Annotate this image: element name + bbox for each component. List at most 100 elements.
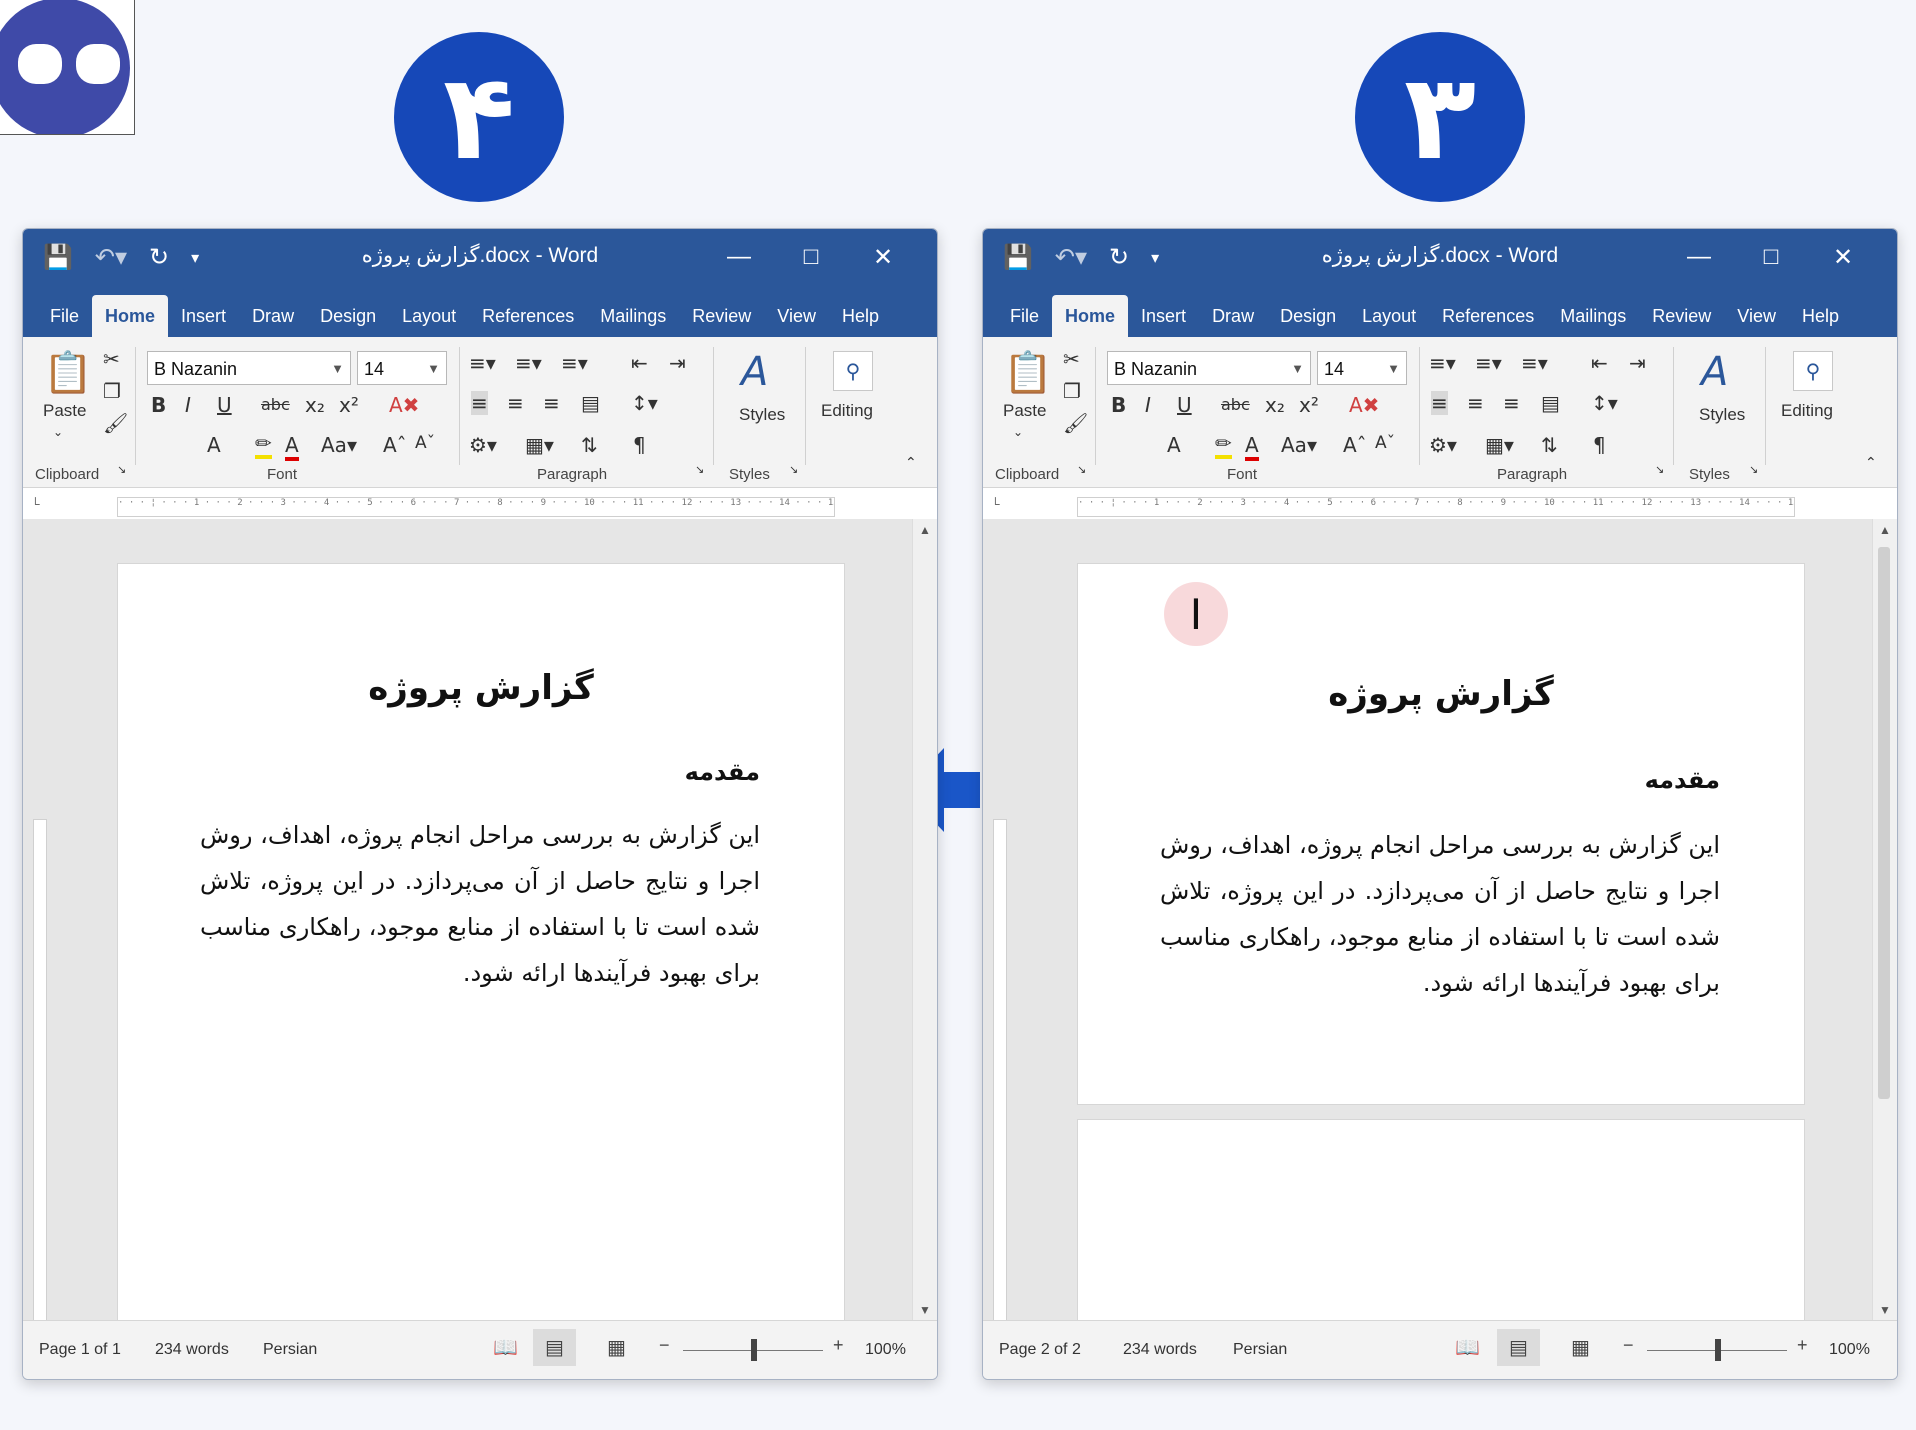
copy-icon[interactable]: ❐ xyxy=(103,379,121,403)
vertical-scrollbar[interactable]: ▲ ▼ xyxy=(1872,519,1897,1321)
borders-icon[interactable]: ▦▾ xyxy=(1485,433,1514,457)
italic-icon[interactable]: I xyxy=(1145,393,1151,417)
align-left-icon[interactable]: ≡ xyxy=(1431,391,1448,415)
format-painter-icon[interactable]: 🖌 xyxy=(1063,411,1088,435)
tab-draw[interactable]: Draw xyxy=(239,295,307,337)
underline-icon[interactable]: U xyxy=(1177,393,1192,417)
clipboard-launcher-icon[interactable]: ↘ xyxy=(117,463,126,476)
multilevel-list-icon[interactable]: ≡▾ xyxy=(1521,351,1548,375)
decrease-indent-icon[interactable]: ⇤ xyxy=(631,351,648,375)
bullets-icon[interactable]: ≡▾ xyxy=(469,351,496,375)
italic-icon[interactable]: I xyxy=(185,393,191,417)
tab-design[interactable]: Design xyxy=(1267,295,1349,337)
font-color-icon[interactable]: A xyxy=(1245,433,1259,461)
maximize-button[interactable]: □ xyxy=(775,237,847,277)
scrollbar-thumb[interactable] xyxy=(1878,547,1890,1099)
bullets-icon[interactable]: ≡▾ xyxy=(1429,351,1456,375)
styles-button[interactable]: Styles xyxy=(739,405,785,425)
show-formatting-icon[interactable]: ¶ xyxy=(1593,433,1606,457)
align-right-icon[interactable]: ≡ xyxy=(543,391,560,415)
tab-insert[interactable]: Insert xyxy=(1128,295,1199,337)
sort-icon[interactable]: ⇅ xyxy=(581,433,598,457)
tab-design[interactable]: Design xyxy=(307,295,389,337)
bold-icon[interactable]: B xyxy=(1111,393,1126,417)
subscript-icon[interactable]: x₂ xyxy=(1265,393,1285,417)
tab-home[interactable]: Home xyxy=(1052,295,1129,337)
find-icon[interactable]: ⚲ xyxy=(833,351,873,391)
change-case-icon[interactable]: Aa▾ xyxy=(1281,433,1317,457)
word-count[interactable]: 234 words xyxy=(1123,1341,1197,1359)
styles-launcher-icon[interactable]: ↘ xyxy=(789,463,798,476)
strikethrough-icon[interactable]: abc xyxy=(1221,395,1250,414)
maximize-button[interactable]: □ xyxy=(1735,237,1807,277)
zoom-slider-knob[interactable] xyxy=(1715,1339,1721,1361)
strikethrough-icon[interactable]: abc xyxy=(261,395,290,414)
paste-icon[interactable]: 📋 xyxy=(43,349,93,396)
paste-icon[interactable]: 📋 xyxy=(1003,349,1053,396)
tab-selector[interactable]: └ xyxy=(991,497,1013,515)
font-size-combo[interactable]: 14 ▼ xyxy=(357,351,447,385)
close-button[interactable]: ✕ xyxy=(847,237,919,277)
horizontal-ruler[interactable]: · · · ¦ · · · 1 · · · 2 · · · 3 · · · 4 … xyxy=(1077,497,1795,517)
align-right-icon[interactable]: ≡ xyxy=(1503,391,1520,415)
close-button[interactable]: ✕ xyxy=(1807,237,1879,277)
paragraph-launcher-icon[interactable]: ↘ xyxy=(1655,463,1664,476)
tab-file[interactable]: File xyxy=(37,295,92,337)
shading-icon[interactable]: ⚙▾ xyxy=(1429,433,1457,457)
tab-help[interactable]: Help xyxy=(829,295,892,337)
text-effects-icon[interactable]: A xyxy=(1167,433,1181,457)
font-size-combo[interactable]: 14 ▼ xyxy=(1317,351,1407,385)
editing-button[interactable]: Editing xyxy=(1781,401,1833,421)
format-painter-icon[interactable]: 🖌 xyxy=(103,411,128,435)
tab-mailings[interactable]: Mailings xyxy=(587,295,679,337)
text-effects-icon[interactable]: A xyxy=(207,433,221,457)
minimize-button[interactable]: — xyxy=(1663,237,1735,277)
language-indicator[interactable]: Persian xyxy=(263,1341,317,1359)
sort-icon[interactable]: ⇅ xyxy=(1541,433,1558,457)
tab-file[interactable]: File xyxy=(997,295,1052,337)
print-layout-icon[interactable]: ▤ xyxy=(1497,1329,1540,1366)
tab-view[interactable]: View xyxy=(764,295,829,337)
paste-button[interactable]: Paste xyxy=(1003,401,1046,421)
web-layout-icon[interactable]: ▦ xyxy=(607,1335,626,1360)
collapse-ribbon-icon[interactable]: ⌃ xyxy=(905,455,917,471)
paste-dropdown-icon[interactable]: ⌄ xyxy=(53,425,63,439)
justify-icon[interactable]: ▤ xyxy=(581,391,600,415)
zoom-out-icon[interactable]: − xyxy=(1623,1335,1634,1356)
page-count[interactable]: Page 1 of 1 xyxy=(39,1341,121,1359)
zoom-in-icon[interactable]: + xyxy=(1797,1335,1808,1356)
collapse-ribbon-icon[interactable]: ⌃ xyxy=(1865,455,1877,471)
borders-icon[interactable]: ▦▾ xyxy=(525,433,554,457)
clipboard-launcher-icon[interactable]: ↘ xyxy=(1077,463,1086,476)
increase-indent-icon[interactable]: ⇥ xyxy=(1629,351,1646,375)
align-center-icon[interactable]: ≡ xyxy=(507,391,524,415)
language-indicator[interactable]: Persian xyxy=(1233,1341,1287,1359)
subscript-icon[interactable]: x₂ xyxy=(305,393,325,417)
numbering-icon[interactable]: ≡▾ xyxy=(1475,351,1502,375)
grow-font-icon[interactable]: Aˆ xyxy=(383,433,407,457)
tab-home[interactable]: Home xyxy=(92,295,169,337)
zoom-level[interactable]: 100% xyxy=(1829,1341,1870,1359)
horizontal-ruler[interactable]: · · · ¦ · · · 1 · · · 2 · · · 3 · · · 4 … xyxy=(117,497,835,517)
tab-help[interactable]: Help xyxy=(1789,295,1852,337)
font-name-combo[interactable]: B Nazanin ▼ xyxy=(1107,351,1311,385)
change-case-icon[interactable]: Aa▾ xyxy=(321,433,357,457)
align-left-icon[interactable]: ≡ xyxy=(471,391,488,415)
tab-draw[interactable]: Draw xyxy=(1199,295,1267,337)
styles-button[interactable]: Styles xyxy=(1699,405,1745,425)
cut-icon[interactable]: ✂ xyxy=(103,347,120,371)
styles-icon[interactable]: A xyxy=(741,349,768,395)
font-name-combo[interactable]: B Nazanin ▼ xyxy=(147,351,351,385)
tab-review[interactable]: Review xyxy=(1639,295,1724,337)
read-mode-icon[interactable]: 📖 xyxy=(1455,1335,1480,1360)
vertical-scrollbar[interactable]: ▲ ▼ xyxy=(912,519,937,1321)
copy-icon[interactable]: ❐ xyxy=(1063,379,1081,403)
minimize-button[interactable]: — xyxy=(703,237,775,277)
zoom-out-icon[interactable]: − xyxy=(659,1335,670,1356)
shrink-font-icon[interactable]: Aˇ xyxy=(415,433,435,453)
read-mode-icon[interactable]: 📖 xyxy=(493,1335,518,1360)
numbering-icon[interactable]: ≡▾ xyxy=(515,351,542,375)
tab-layout[interactable]: Layout xyxy=(389,295,469,337)
paragraph-launcher-icon[interactable]: ↘ xyxy=(695,463,704,476)
tab-layout[interactable]: Layout xyxy=(1349,295,1429,337)
